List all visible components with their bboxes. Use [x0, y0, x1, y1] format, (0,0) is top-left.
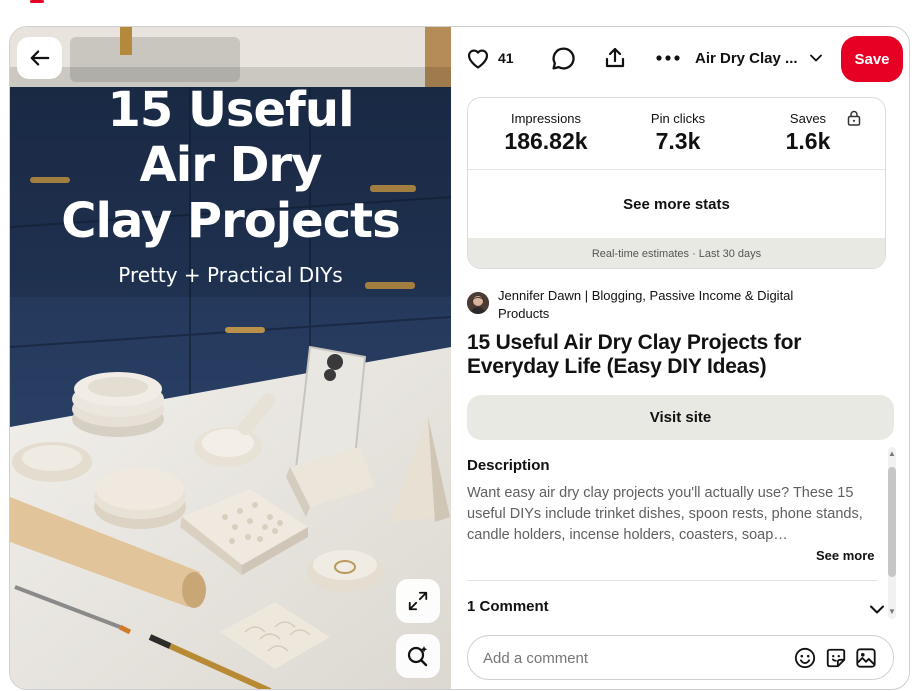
image-title-line-3: Clay Projects: [61, 193, 400, 249]
pin-title: 15 Useful Air Dry Clay Projects for Ever…: [467, 331, 802, 378]
scroll-down-arrow[interactable]: ▼: [888, 607, 896, 616]
smiley-icon: [794, 647, 816, 669]
visual-search-button[interactable]: [396, 634, 440, 678]
chevron-down-icon: [870, 605, 884, 614]
save-button[interactable]: Save: [841, 36, 903, 82]
speech-bubble-icon: [552, 46, 575, 70]
stat-label: Impressions: [510, 111, 582, 126]
comments-toggle[interactable]: [870, 601, 884, 619]
expand-icon: [408, 591, 428, 611]
avatar-photo: [467, 292, 489, 314]
comment-composer: [467, 635, 894, 680]
image-title-line-2: Air Dry: [139, 137, 323, 193]
stat-saves: Saves 1.6k: [778, 111, 838, 155]
image-icon: [856, 648, 876, 668]
avatar[interactable]: [467, 292, 489, 314]
description-heading: Description: [467, 457, 550, 474]
scrollbar[interactable]: ▲ ▼: [885, 447, 899, 619]
expand-button[interactable]: [396, 579, 440, 623]
creator-name-link[interactable]: Jennifer Dawn | Blogging, Passive Income…: [498, 287, 798, 323]
sticker-icon: [826, 648, 846, 668]
image-title-line-1: 15 Useful: [107, 82, 354, 138]
share-icon: [605, 47, 625, 68]
lens-search-icon: [407, 646, 428, 667]
action-bar: 41 Air Dry Clay ... Save: [451, 27, 909, 89]
comment-button[interactable]: [551, 44, 576, 72]
creator-row: Jennifer Dawn | Blogging, Passive Income…: [467, 287, 887, 323]
image-subtitle: Pretty + Practical DIYs: [118, 263, 343, 287]
comments-heading[interactable]: 1 Comment: [467, 598, 549, 615]
heart-icon: [467, 49, 489, 69]
more-options-button[interactable]: [656, 44, 680, 72]
stat-label: Pin clicks: [650, 111, 706, 126]
board-name: Air Dry Clay ...: [695, 49, 798, 67]
scroll-up-arrow[interactable]: ▲: [888, 449, 896, 458]
scrollbar-thumb[interactable]: [888, 467, 896, 577]
top-accent: [0, 0, 918, 4]
stats-footer: Real-time estimates · Last 30 days: [468, 238, 885, 268]
board-dropdown[interactable]: Air Dry Clay ...: [695, 47, 822, 69]
back-button[interactable]: [17, 37, 62, 79]
pin-closeup-card: 15 Useful Air Dry Clay Projects Pretty +…: [9, 26, 910, 690]
stats-card: Impressions 186.82k Pin clicks 7.3k Save…: [467, 97, 886, 269]
share-button[interactable]: [603, 44, 627, 72]
stat-value: 7.3k: [655, 128, 701, 154]
stat-value: 1.6k: [785, 128, 831, 154]
divider: [467, 580, 878, 581]
stat-label: Saves: [789, 111, 827, 126]
see-more-stats-button[interactable]: See more stats: [468, 170, 885, 238]
see-more-link[interactable]: See more: [816, 548, 875, 563]
description-text: Want easy air dry clay projects you'll a…: [467, 485, 863, 543]
sticker-button[interactable]: [824, 646, 848, 670]
chevron-down-icon: [809, 54, 822, 62]
visit-site-button[interactable]: Visit site: [467, 395, 894, 440]
like-button[interactable]: 41: [466, 44, 514, 72]
pin-image[interactable]: 15 Useful Air Dry Clay Projects Pretty +…: [10, 27, 451, 689]
emoji-button[interactable]: [793, 646, 817, 670]
ellipsis-icon: [656, 55, 680, 61]
arrow-left-icon: [30, 50, 49, 66]
comment-input[interactable]: [483, 647, 783, 669]
like-count: 41: [498, 50, 514, 66]
lock-icon: [847, 110, 861, 126]
photo-button[interactable]: [854, 646, 878, 670]
stat-pin-clicks: Pin clicks 7.3k: [628, 111, 728, 155]
pin-details-panel: 41 Air Dry Clay ... Save Impressions 186…: [451, 27, 909, 689]
stat-impressions: Impressions 186.82k: [488, 111, 604, 155]
stat-value: 186.82k: [504, 128, 588, 154]
